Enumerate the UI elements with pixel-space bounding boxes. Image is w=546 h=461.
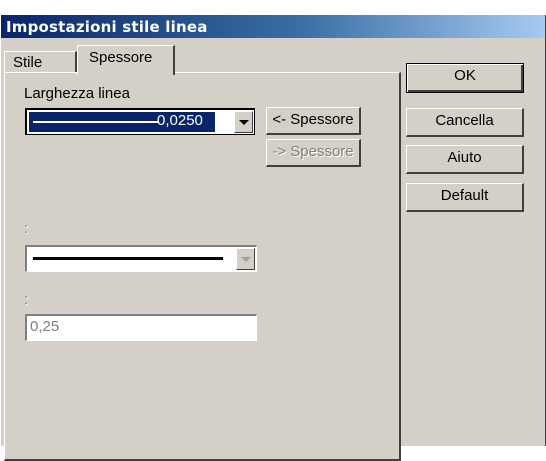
- from-spessore-button[interactable]: <- Spessore: [266, 107, 361, 135]
- tab-spessore-label: Spessore: [89, 49, 153, 66]
- to-spessore-label: -> Spessore: [272, 143, 354, 160]
- tab-panel-spessore: Larghezza linea 0,0250 <- Spessore -> Sp…: [4, 72, 401, 461]
- cancel-label: Cancella: [435, 112, 494, 129]
- line-style-preview: [33, 257, 223, 260]
- line-style-dialog: Impostazioni stile linea Stile Spessore …: [0, 15, 546, 461]
- from-spessore-label: <- Spessore: [272, 111, 354, 128]
- tab-spessore[interactable]: Spessore: [77, 45, 175, 75]
- line-preview: [33, 121, 159, 123]
- disabled-label-2: :: [24, 291, 29, 308]
- dialog-title: Impostazioni stile linea: [6, 18, 208, 36]
- chevron-down-icon[interactable]: [234, 111, 253, 133]
- width-label: Larghezza linea: [24, 85, 130, 102]
- default-label: Default: [440, 187, 489, 204]
- to-spessore-button[interactable]: -> Spessore: [266, 139, 361, 167]
- line-style-combo[interactable]: [25, 245, 257, 272]
- tab-stile[interactable]: Stile: [4, 51, 77, 73]
- chevron-down-icon[interactable]: [236, 248, 255, 270]
- line-width-combo[interactable]: 0,0250: [25, 108, 255, 135]
- thickness-textbox[interactable]: 0,25: [25, 314, 257, 341]
- cancel-button[interactable]: Cancella: [406, 108, 524, 137]
- ok-button[interactable]: OK: [406, 63, 524, 93]
- default-button[interactable]: Default: [406, 183, 524, 212]
- help-button[interactable]: Aiuto: [406, 145, 524, 174]
- title-bar[interactable]: Impostazioni stile linea: [1, 15, 545, 38]
- ok-label: OK: [454, 67, 476, 84]
- disabled-label-1: :: [24, 220, 29, 237]
- line-width-value: 0,0250: [157, 112, 203, 129]
- tab-stile-label: Stile: [13, 54, 43, 71]
- combo-selection-highlight: 0,0250: [29, 112, 215, 132]
- help-label: Aiuto: [447, 149, 482, 166]
